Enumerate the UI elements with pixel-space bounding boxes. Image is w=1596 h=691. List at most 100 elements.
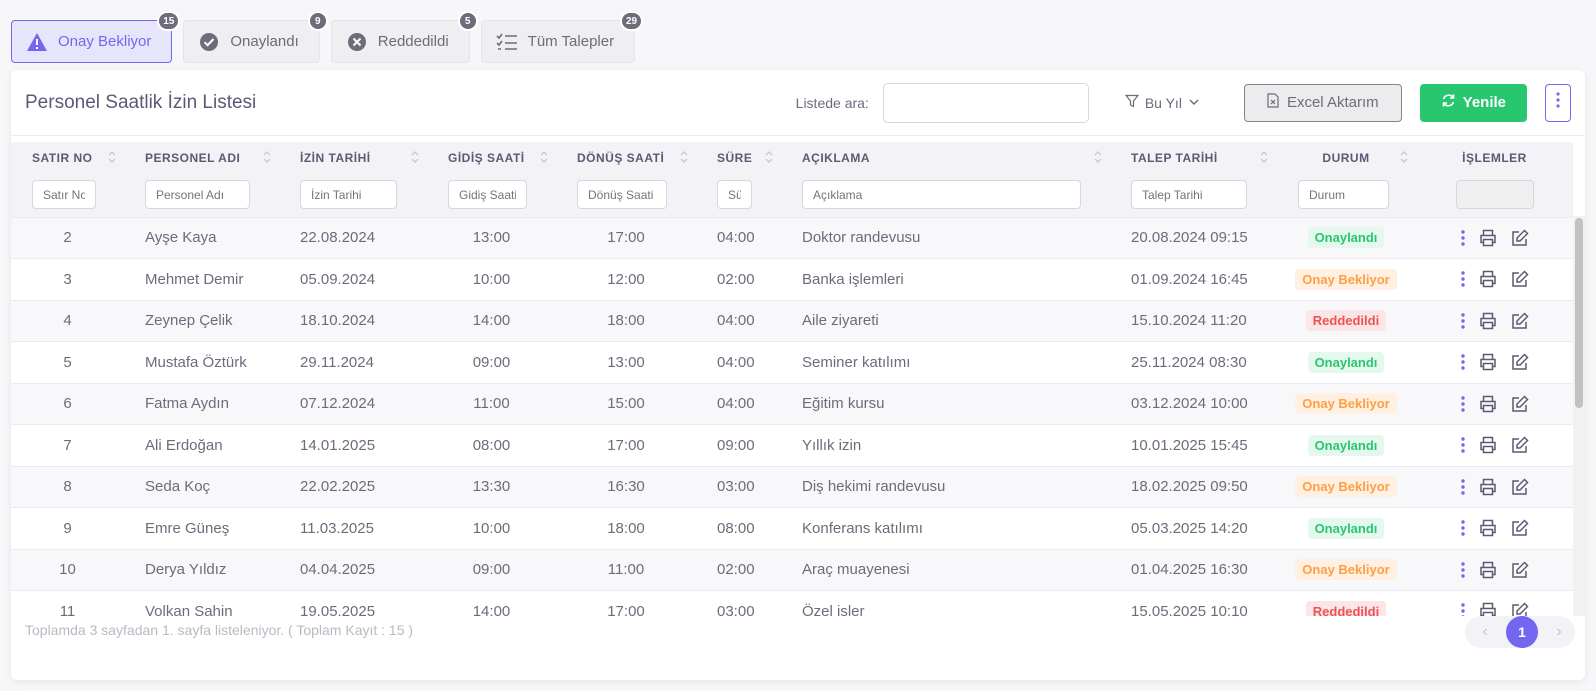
edit-icon[interactable] (1511, 395, 1529, 413)
cell-satir-no: 5 (11, 341, 124, 384)
count-badge: 9 (307, 11, 328, 31)
search-input[interactable] (882, 82, 1089, 123)
more-vertical-icon[interactable] (1460, 479, 1465, 495)
table-row[interactable]: 2 Ayşe Kaya 22.08.2024 13:00 17:00 04:00 Dokto… (11, 217, 1573, 259)
more-vertical-icon[interactable] (1460, 603, 1465, 616)
cell-personel-adi: Mehmet Demir (124, 258, 279, 301)
edit-icon[interactable] (1511, 519, 1529, 537)
cell-izin-tarihi: 11.03.2025 (279, 507, 427, 550)
prev-page-button[interactable]: ‹ (1475, 623, 1495, 641)
col-header-donus-saati[interactable]: DÖNÜŞ SAATİ (556, 142, 696, 173)
print-icon[interactable] (1479, 561, 1497, 579)
more-vertical-icon[interactable] (1460, 520, 1465, 536)
col-header-talep-tarihi[interactable]: TALEP TARİHİ (1110, 142, 1276, 173)
table-row[interactable]: 8 Seda Koç 22.02.2025 13:30 16:30 03:00 Diş he… (11, 466, 1573, 508)
table-row[interactable]: 4 Zeynep Çelik 18.10.2024 14:00 18:00 04:00 Ai… (11, 300, 1573, 342)
table-row[interactable]: 11 Volkan Şahin 19.05.2025 14:00 17:00 03:00 Ö… (11, 590, 1573, 616)
print-icon[interactable] (1479, 478, 1497, 496)
more-vertical-icon[interactable] (1460, 354, 1465, 370)
sort-icon (1260, 151, 1268, 163)
cell-durum: Reddedildi (1276, 300, 1416, 342)
sort-icon (411, 151, 419, 163)
print-icon[interactable] (1479, 436, 1497, 454)
cell-talep-tarihi: 18.02.2025 09:50 (1110, 466, 1276, 508)
scrollbar-thumb[interactable] (1575, 218, 1583, 408)
table-row[interactable]: 7 Ali Erdoğan 14.01.2025 08:00 17:00 09:00 Yıl… (11, 424, 1573, 467)
print-icon[interactable] (1479, 229, 1497, 247)
excel-export-button[interactable]: Excel Aktarım (1243, 83, 1402, 122)
filter-donus-saati[interactable] (577, 180, 667, 210)
col-header-gidis-saati[interactable]: GİDİŞ SAATİ (427, 142, 556, 173)
col-header-satir-no[interactable]: SATIR NO (11, 142, 124, 173)
refresh-button[interactable]: Yenile (1419, 83, 1527, 122)
edit-icon[interactable] (1511, 229, 1529, 247)
cell-personel-adi: Derya Yıldız (124, 549, 279, 591)
col-header-personel-adi[interactable]: PERSONEL ADI (124, 142, 279, 173)
more-vertical-icon[interactable] (1460, 437, 1465, 453)
table-row[interactable]: 6 Fatma Aydın 07.12.2024 11:00 15:00 04:00 Eği… (11, 383, 1573, 425)
cell-satir-no: 2 (11, 217, 124, 259)
cell-durum: Onaylandı (1276, 341, 1416, 384)
filter-talep-tarihi[interactable] (1131, 180, 1247, 210)
print-icon[interactable] (1479, 602, 1497, 616)
edit-icon[interactable] (1511, 270, 1529, 288)
tab-onaylandi[interactable]: Onaylandı 9 (183, 11, 328, 63)
edit-icon[interactable] (1511, 561, 1529, 579)
print-icon[interactable] (1479, 312, 1497, 330)
tab-onay-bekliyor[interactable]: Onay Bekliyor 15 (11, 11, 181, 63)
more-options-button[interactable] (1545, 83, 1571, 122)
col-header-sure[interactable]: SÜRE (696, 142, 781, 173)
year-filter-dropdown[interactable]: Bu Yıl (1124, 94, 1200, 111)
table-row[interactable]: 10 Derya Yıldız 04.04.2025 09:00 11:00 02:00 A… (11, 549, 1573, 591)
table-row[interactable]: 3 Mehmet Demir 05.09.2024 10:00 12:00 02:00 Ba… (11, 258, 1573, 301)
filter-personel-adi[interactable] (145, 180, 250, 210)
print-icon[interactable] (1479, 519, 1497, 537)
cell-donus-saati: 18:00 (556, 300, 696, 342)
col-header-izin-tarihi[interactable]: İZİN TARİHİ (279, 142, 427, 173)
print-icon[interactable] (1479, 353, 1497, 371)
filter-row (11, 173, 1573, 218)
filter-izin-tarihi[interactable] (300, 180, 397, 210)
more-vertical-icon[interactable] (1460, 396, 1465, 412)
cell-gidis-saati: 13:30 (427, 466, 556, 508)
page-1-button[interactable]: 1 (1506, 616, 1538, 648)
cell-sure: 02:00 (696, 258, 781, 301)
edit-icon[interactable] (1511, 602, 1529, 616)
vertical-scrollbar[interactable] (1573, 216, 1585, 616)
more-vertical-icon[interactable] (1460, 562, 1465, 578)
tab-reddedildi[interactable]: Reddedildi 5 (330, 11, 478, 63)
col-header-aciklama[interactable]: AÇIKLAMA (781, 142, 1110, 173)
cell-donus-saati: 15:00 (556, 383, 696, 425)
filter-durum[interactable] (1298, 180, 1389, 210)
edit-icon[interactable] (1511, 478, 1529, 496)
print-icon[interactable] (1479, 270, 1497, 288)
cell-personel-adi: Zeynep Çelik (124, 300, 279, 342)
edit-icon[interactable] (1511, 312, 1529, 330)
edit-icon[interactable] (1511, 353, 1529, 371)
pagination-summary: Toplamda 3 sayfadan 1. sayfa listeleniyo… (25, 622, 414, 638)
col-header-durum[interactable]: DURUM (1276, 142, 1416, 173)
more-vertical-icon[interactable] (1460, 271, 1465, 287)
leave-table: SATIR NO PERSONEL ADI İZİN TARİHİ GİDİŞ … (11, 142, 1573, 616)
search-label: Listede ara: (795, 94, 869, 111)
cell-satir-no: 6 (11, 383, 124, 425)
cell-talep-tarihi: 03.12.2024 10:00 (1110, 383, 1276, 425)
more-vertical-icon[interactable] (1460, 313, 1465, 329)
cell-sure: 03:00 (696, 466, 781, 508)
filter-sure[interactable] (717, 180, 752, 210)
filter-satir-no[interactable] (32, 180, 96, 210)
table-container[interactable]: SATIR NO PERSONEL ADI İZİN TARİHİ GİDİŞ … (11, 142, 1573, 616)
more-vertical-icon[interactable] (1460, 230, 1465, 246)
print-icon[interactable] (1479, 395, 1497, 413)
table-row[interactable]: 5 Mustafa Öztürk 29.11.2024 09:00 13:00 04:00… (11, 341, 1573, 384)
cell-donus-saati: 16:30 (556, 466, 696, 508)
table-row[interactable]: 9 Emre Güneş 11.03.2025 10:00 18:00 08:00 Konf… (11, 507, 1573, 550)
filter-gidis-saati[interactable] (448, 180, 527, 210)
cell-personel-adi: Mustafa Öztürk (124, 341, 279, 384)
count-badge: 15 (157, 11, 181, 31)
filter-aciklama[interactable] (802, 180, 1081, 210)
tab-tum-talepler[interactable]: Tüm Talepler 29 (480, 11, 644, 63)
sort-icon (540, 151, 548, 163)
next-page-button[interactable]: › (1549, 623, 1569, 641)
edit-icon[interactable] (1511, 436, 1529, 454)
